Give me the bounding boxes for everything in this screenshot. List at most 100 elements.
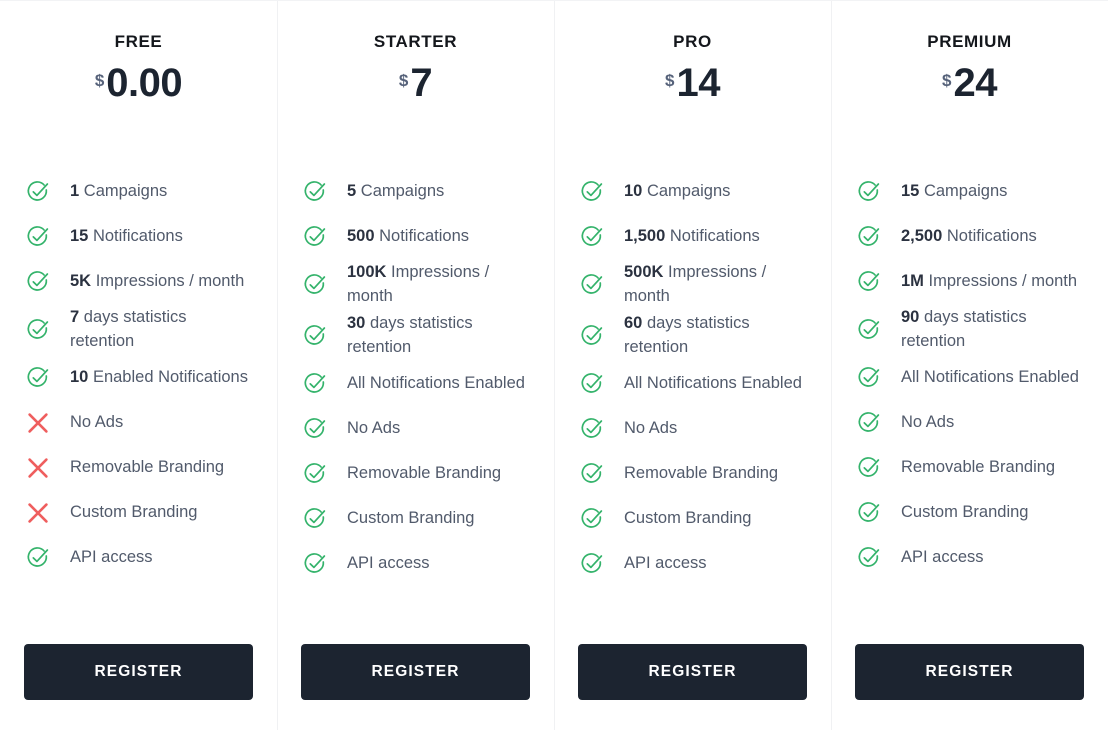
register-button[interactable]: REGISTER: [301, 644, 530, 700]
feature-label-text: Notifications: [92, 227, 183, 246]
feature-row: 500 Notifications: [301, 214, 530, 259]
price-amount: 14: [676, 61, 720, 106]
feature-label-text: Removable Branding: [901, 458, 1056, 477]
feature-label-text: API access: [901, 548, 984, 567]
feature-label: Removable Branding: [624, 462, 778, 485]
feature-row: 30 days statistics retention: [301, 310, 530, 361]
feature-label: 60 days statistics retention: [624, 312, 807, 359]
check-icon: [855, 499, 883, 527]
feature-value: 1: [70, 182, 80, 201]
feature-label-text: Campaigns: [923, 182, 1008, 201]
check-icon: [578, 460, 606, 488]
plan-header: PRO $14: [578, 1, 807, 103]
feature-label: 15 Notifications: [70, 225, 183, 248]
feature-row: Custom Branding: [24, 490, 253, 535]
check-icon: [301, 223, 329, 251]
feature-label: Custom Branding: [624, 507, 751, 530]
plan-price: $7: [301, 63, 530, 103]
feature-label-text: Enabled Notifications: [92, 368, 248, 387]
feature-label-text: All Notifications Enabled: [901, 368, 1079, 387]
price-currency-symbol: $: [665, 71, 675, 91]
feature-label: Removable Branding: [901, 456, 1055, 479]
check-icon: [578, 178, 606, 206]
feature-value: 15: [70, 227, 89, 246]
check-icon: [24, 268, 52, 296]
register-button[interactable]: REGISTER: [578, 644, 807, 700]
feature-label-text: days statistics retention: [624, 314, 750, 356]
feature-row: 15 Campaigns: [855, 169, 1084, 214]
check-icon: [301, 178, 329, 206]
feature-label: No Ads: [347, 417, 400, 440]
feature-label-text: days statistics retention: [347, 314, 473, 356]
feature-row: 1M Impressions / month: [855, 259, 1084, 304]
check-icon: [24, 364, 52, 392]
feature-label: API access: [70, 546, 153, 569]
check-icon: [24, 316, 52, 344]
feature-label-text: Custom Branding: [624, 508, 752, 527]
check-icon: [855, 364, 883, 392]
feature-value: 90: [901, 308, 920, 327]
check-icon: [578, 271, 606, 299]
register-button[interactable]: REGISTER: [24, 644, 253, 700]
feature-label: Removable Branding: [70, 456, 224, 479]
feature-list: 1 Campaigns 15 Notifications 5K Impression…: [24, 169, 253, 580]
feature-label-text: Impressions / month: [928, 272, 1078, 291]
check-icon: [578, 322, 606, 350]
plan-header: STARTER $7: [301, 1, 530, 103]
feature-label: 1M Impressions / month: [901, 270, 1077, 293]
feature-row: No Ads: [24, 400, 253, 445]
feature-row: Custom Branding: [301, 496, 530, 541]
feature-label-text: days statistics retention: [901, 308, 1027, 350]
feature-label-text: Custom Branding: [70, 503, 198, 522]
feature-row: 10 Enabled Notifications: [24, 355, 253, 400]
feature-label: 10 Campaigns: [624, 180, 730, 203]
check-icon: [301, 271, 329, 299]
check-icon: [578, 370, 606, 398]
feature-value: 5K: [70, 272, 92, 291]
feature-label: Custom Branding: [347, 507, 474, 530]
feature-label-text: No Ads: [347, 418, 401, 437]
feature-label-text: No Ads: [624, 418, 678, 437]
plan-cta-container: REGISTER: [578, 644, 807, 733]
feature-label-text: API access: [70, 548, 153, 567]
check-icon: [301, 550, 329, 578]
feature-label-text: Custom Branding: [901, 503, 1029, 522]
feature-label-text: Notifications: [946, 227, 1037, 246]
feature-label: 15 Campaigns: [901, 180, 1007, 203]
feature-label: 7 days statistics retention: [70, 306, 253, 353]
feature-label-text: Campaigns: [646, 182, 731, 201]
feature-value: 2,500: [901, 227, 943, 246]
feature-row: API access: [855, 535, 1084, 580]
feature-row: No Ads: [855, 400, 1084, 445]
check-icon: [855, 454, 883, 482]
plan-column-starter: STARTER $7 5 Campaigns 500 Notifications 100…: [277, 1, 554, 733]
feature-label: 30 days statistics retention: [347, 312, 530, 359]
plan-name: PRO: [673, 32, 712, 51]
feature-label-text: Removable Branding: [347, 463, 502, 482]
feature-list: 5 Campaigns 500 Notifications 100K Impress…: [301, 169, 530, 586]
check-icon: [578, 223, 606, 251]
price-amount: 0.00: [106, 61, 183, 106]
feature-label: No Ads: [624, 417, 677, 440]
feature-label: All Notifications Enabled: [901, 366, 1079, 389]
check-icon: [855, 544, 883, 572]
feature-label-text: All Notifications Enabled: [347, 373, 525, 392]
price-amount: 7: [410, 61, 433, 106]
plan-price: $24: [855, 63, 1084, 103]
feature-value: 30: [347, 314, 366, 333]
check-icon: [855, 316, 883, 344]
feature-label: 500K Impressions / month: [624, 261, 807, 308]
feature-value: 5: [347, 182, 357, 201]
feature-label-text: API access: [624, 553, 707, 572]
feature-label: Custom Branding: [901, 501, 1028, 524]
register-button[interactable]: REGISTER: [855, 644, 1084, 700]
feature-row: Removable Branding: [301, 451, 530, 496]
plan-name: PREMIUM: [927, 32, 1012, 51]
cross-icon: [24, 409, 52, 437]
plan-header: PREMIUM $24: [855, 1, 1084, 103]
feature-label-text: Campaigns: [83, 182, 168, 201]
feature-row: All Notifications Enabled: [855, 355, 1084, 400]
feature-row: 1 Campaigns: [24, 169, 253, 214]
feature-row: 100K Impressions / month: [301, 259, 530, 310]
feature-value: 1M: [901, 272, 924, 291]
